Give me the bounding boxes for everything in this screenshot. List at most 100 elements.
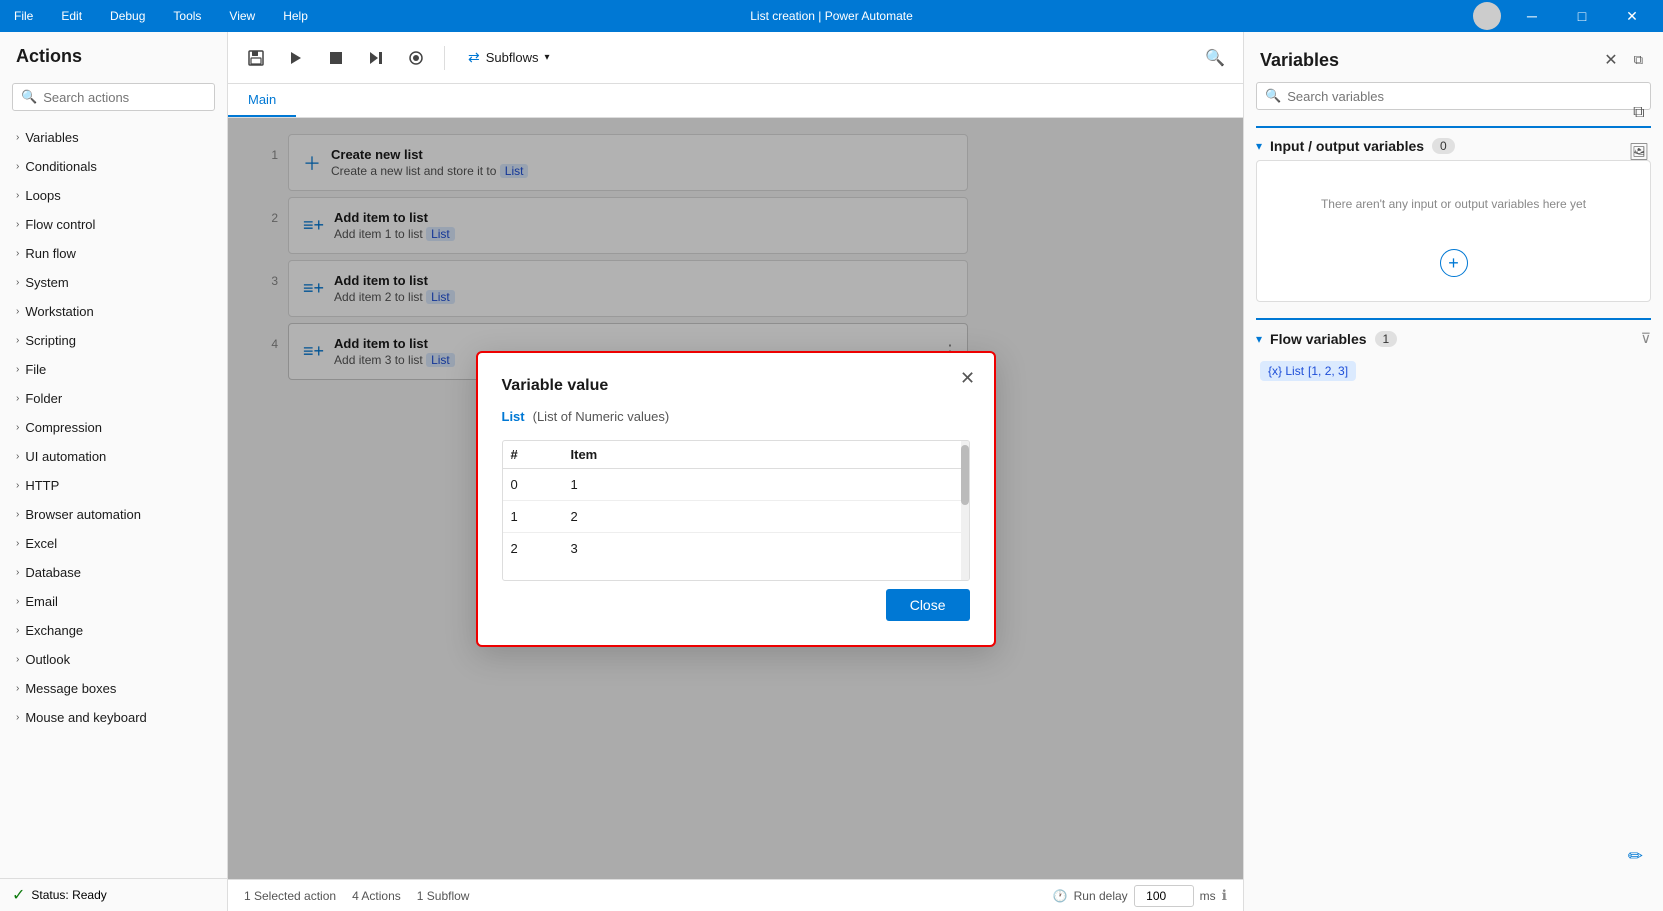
image-icon[interactable]: 🖼 — [1625, 138, 1653, 166]
action-label: Scripting — [25, 333, 76, 348]
variable-chip-label: {x} List — [1268, 364, 1304, 378]
variables-search-box[interactable]: 🔍 — [1256, 82, 1651, 110]
chevron-icon: › — [16, 248, 19, 259]
actions-search-box[interactable]: 🔍 — [12, 83, 215, 111]
action-item-run-flow[interactable]: › Run flow — [0, 239, 227, 268]
run-delay-input[interactable] — [1134, 885, 1194, 907]
action-item-system[interactable]: › System — [0, 268, 227, 297]
layers-icon[interactable]: ⧉ — [1625, 100, 1653, 126]
table-row: 0 1 — [503, 468, 969, 500]
close-button[interactable]: ✕ — [1609, 0, 1655, 32]
action-item-file[interactable]: › File — [0, 355, 227, 384]
toolbar-separator — [444, 46, 445, 70]
variables-search: 🔍 — [1256, 82, 1651, 110]
variables-layers-icon[interactable]: ⧉ — [1630, 48, 1647, 72]
flow-variables-count: 1 — [1375, 331, 1398, 347]
action-label: Database — [25, 565, 81, 580]
action-item-http[interactable]: › HTTP — [0, 471, 227, 500]
action-item-loops[interactable]: › Loops — [0, 181, 227, 210]
menu-tools[interactable]: Tools — [167, 7, 207, 25]
step-button[interactable] — [360, 42, 392, 74]
action-label: Compression — [25, 420, 102, 435]
row-value: 2 — [563, 500, 969, 532]
eraser-icon[interactable]: ✏ — [1624, 842, 1647, 871]
flow-variables-header[interactable]: ▾ Flow variables 1 ⊽ — [1256, 320, 1651, 353]
action-item-mouse-keyboard[interactable]: › Mouse and keyboard — [0, 703, 227, 732]
toolbar: ⇄ Subflows ▾ 🔍 — [228, 32, 1243, 84]
chevron-down-icon: ▾ — [544, 52, 549, 63]
modal-type-row: List (List of Numeric values) — [502, 409, 970, 424]
menu-view[interactable]: View — [223, 7, 261, 25]
run-button[interactable] — [280, 42, 312, 74]
action-item-conditionals[interactable]: › Conditionals — [0, 152, 227, 181]
side-icons: ⧉ 🖼 — [1625, 100, 1653, 166]
variables-search-input[interactable] — [1287, 89, 1642, 104]
chevron-icon: › — [16, 596, 19, 607]
action-item-flow-control[interactable]: › Flow control — [0, 210, 227, 239]
chevron-icon: › — [16, 364, 19, 375]
menu-bar: File Edit Debug Tools View Help — [8, 7, 314, 25]
menu-edit[interactable]: Edit — [55, 7, 88, 25]
minimize-button[interactable]: ─ — [1509, 0, 1555, 32]
variable-value-modal: Variable value ✕ List (List of Numeric v… — [476, 351, 996, 647]
add-input-output-variable-button[interactable]: + — [1440, 249, 1468, 277]
action-label: Email — [25, 594, 58, 609]
maximize-button[interactable]: □ — [1559, 0, 1605, 32]
modal-table: # Item 0 1 — [503, 441, 969, 564]
chevron-icon: › — [16, 625, 19, 636]
save-button[interactable] — [240, 42, 272, 74]
action-item-compression[interactable]: › Compression — [0, 413, 227, 442]
flow-editor: ⇄ Subflows ▾ 🔍 Main 1 ＋ Create new list — [228, 32, 1243, 911]
chevron-icon: › — [16, 422, 19, 433]
eraser-icon-area: ✏ — [1624, 842, 1647, 871]
action-item-workstation[interactable]: › Workstation — [0, 297, 227, 326]
chevron-icon: › — [16, 480, 19, 491]
action-label: Conditionals — [25, 159, 97, 174]
tab-main[interactable]: Main — [228, 84, 296, 117]
action-label: Flow control — [25, 217, 95, 232]
variable-chip-value: [1, 2, 3] — [1308, 364, 1348, 378]
search-input[interactable] — [43, 90, 206, 105]
stop-button[interactable] — [320, 42, 352, 74]
modal-backdrop: Variable value ✕ List (List of Numeric v… — [228, 118, 1243, 879]
input-output-header[interactable]: ▾ Input / output variables 0 — [1256, 128, 1651, 160]
action-item-email[interactable]: › Email — [0, 587, 227, 616]
action-item-message-boxes[interactable]: › Message boxes — [0, 674, 227, 703]
action-label: UI automation — [25, 449, 106, 464]
modal-close-button[interactable]: ✕ — [954, 365, 982, 393]
menu-help[interactable]: Help — [277, 7, 314, 25]
actions-panel-title: Actions — [0, 32, 227, 75]
action-item-outlook[interactable]: › Outlook — [0, 645, 227, 674]
app-body: Actions 🔍 › Variables › Conditionals › L… — [0, 32, 1663, 911]
action-item-scripting[interactable]: › Scripting — [0, 326, 227, 355]
chevron-icon: › — [16, 132, 19, 143]
subflows-button[interactable]: ⇄ Subflows ▾ — [457, 44, 561, 71]
action-item-variables[interactable]: › Variables — [0, 123, 227, 152]
action-item-ui-automation[interactable]: › UI automation — [0, 442, 227, 471]
modal-table-scroll[interactable]: # Item 0 1 — [503, 441, 969, 580]
toolbar-search-button[interactable]: 🔍 — [1199, 42, 1231, 74]
modal-close-action-button[interactable]: Close — [886, 589, 970, 621]
action-item-exchange[interactable]: › Exchange — [0, 616, 227, 645]
modal-type-label: List — [502, 409, 525, 424]
record-button[interactable] — [400, 42, 432, 74]
chevron-icon: › — [16, 393, 19, 404]
chevron-icon: › — [16, 219, 19, 230]
table-header-item: Item — [563, 441, 969, 469]
scrollbar-track[interactable] — [961, 441, 969, 580]
chevron-icon: › — [16, 161, 19, 172]
chevron-icon: › — [16, 683, 19, 694]
menu-file[interactable]: File — [8, 7, 39, 25]
status-icon: ✓ — [12, 885, 25, 905]
variables-close-button[interactable]: ✕ — [1600, 46, 1621, 74]
action-item-browser-automation[interactable]: › Browser automation — [0, 500, 227, 529]
run-delay-info-icon: ℹ — [1222, 887, 1227, 904]
action-item-database[interactable]: › Database — [0, 558, 227, 587]
filter-icon[interactable]: ⊽ — [1641, 330, 1651, 347]
variable-chip-list[interactable]: {x} List [1, 2, 3] — [1260, 361, 1356, 381]
action-item-excel[interactable]: › Excel — [0, 529, 227, 558]
chevron-icon: › — [16, 306, 19, 317]
input-output-empty-area: There aren't any input or output variabl… — [1256, 160, 1651, 302]
menu-debug[interactable]: Debug — [104, 7, 151, 25]
action-item-folder[interactable]: › Folder — [0, 384, 227, 413]
